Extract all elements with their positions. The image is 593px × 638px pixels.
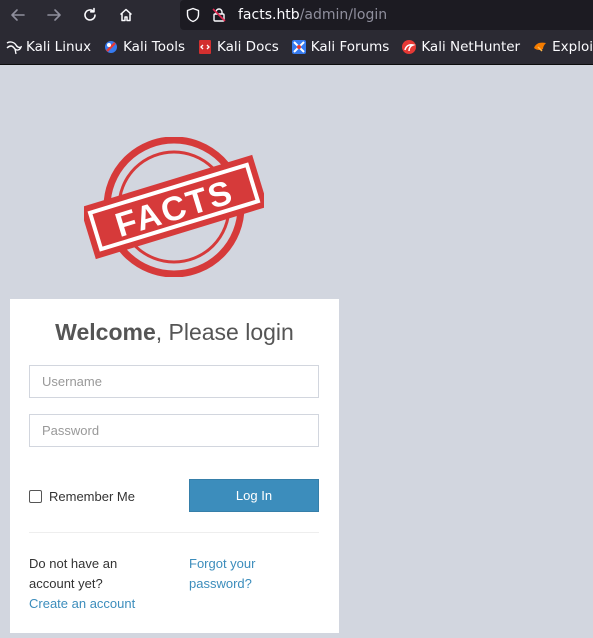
bookmark-kali-linux[interactable]: Kali Linux — [6, 39, 91, 55]
login-title-rest: , Please login — [155, 319, 294, 345]
username-input[interactable] — [29, 365, 319, 398]
bookmark-kali-forums[interactable]: Kali Forums — [291, 39, 390, 55]
create-account-link[interactable]: Create an account — [29, 596, 135, 611]
browser-toolbar: facts.htb/admin/login — [0, 0, 593, 30]
remember-me-checkbox[interactable] — [29, 490, 42, 503]
kali-forums-icon — [291, 39, 307, 55]
bookmark-label: Exploit-DB — [552, 39, 593, 55]
bookmark-label: Kali NetHunter — [421, 39, 521, 55]
kali-nethunter-icon — [401, 39, 417, 55]
signup-section: Do not have an account yet? Create an ac… — [29, 554, 159, 614]
remember-me[interactable]: Remember Me — [29, 489, 135, 504]
bookmark-exploit-db[interactable]: Exploit-DB — [532, 39, 593, 55]
bookmark-label: Kali Docs — [217, 39, 279, 55]
login-box: Welcome, Please login Remember Me Log In… — [10, 299, 339, 633]
kali-dragon-icon — [6, 39, 22, 55]
url-path: /admin/login — [299, 7, 388, 23]
back-button[interactable] — [0, 0, 36, 30]
kali-docs-icon — [197, 39, 213, 55]
bookmarks-bar: Kali Linux Kali Tools Kali Docs Kali For… — [0, 30, 593, 65]
kali-tools-icon — [103, 39, 119, 55]
password-input[interactable] — [29, 414, 319, 447]
exploit-db-icon — [532, 39, 548, 55]
login-title-bold: Welcome — [55, 319, 156, 345]
signup-prompt: Do not have an account yet? — [29, 556, 118, 591]
forgot-section: Forgot your password? — [189, 554, 309, 594]
bookmark-label: Kali Tools — [123, 39, 185, 55]
insecure-lock-icon[interactable] — [206, 0, 232, 30]
forgot-password-link[interactable]: Forgot your password? — [189, 556, 255, 591]
arrow-right-icon — [47, 9, 61, 21]
bookmark-kali-docs[interactable]: Kali Docs — [197, 39, 279, 55]
bookmark-kali-tools[interactable]: Kali Tools — [103, 39, 185, 55]
home-icon — [119, 8, 133, 22]
facts-logo: FACTS — [84, 137, 264, 277]
divider — [29, 532, 319, 533]
login-button[interactable]: Log In — [189, 479, 319, 512]
remember-me-label: Remember Me — [49, 489, 135, 504]
arrow-left-icon — [11, 9, 25, 21]
reload-button[interactable] — [72, 0, 108, 30]
bookmark-kali-nethunter[interactable]: Kali NetHunter — [401, 39, 520, 55]
url-bar[interactable]: facts.htb/admin/login — [180, 0, 593, 30]
bookmark-label: Kali Forums — [310, 39, 390, 55]
reload-icon — [84, 7, 96, 21]
bookmark-label: Kali Linux — [26, 39, 92, 55]
tracking-shield-icon[interactable] — [180, 0, 206, 30]
home-button[interactable] — [108, 0, 144, 30]
login-title: Welcome, Please login — [10, 319, 339, 346]
page-content: FACTS Welcome, Please login Remember Me … — [0, 65, 593, 638]
forward-button[interactable] — [36, 0, 72, 30]
url-text: facts.htb/admin/login — [238, 7, 387, 23]
url-host: facts.htb — [238, 7, 300, 23]
logo-banner: FACTS — [84, 154, 264, 260]
